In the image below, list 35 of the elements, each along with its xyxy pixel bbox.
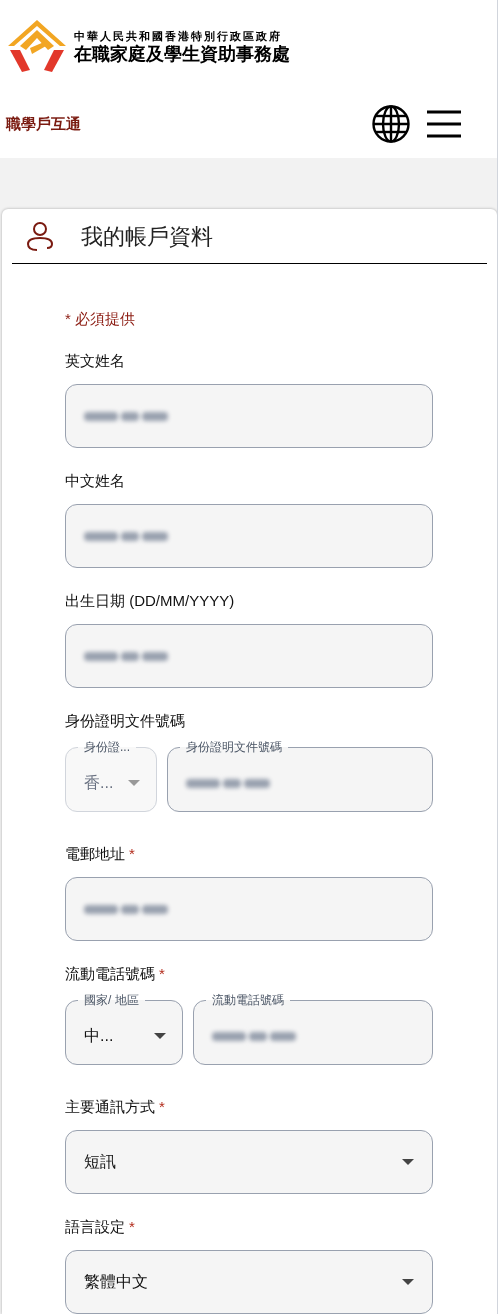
text-field[interactable] xyxy=(65,504,433,568)
required-asterisk: * xyxy=(159,964,165,984)
dropdown[interactable]: 繁體中文 xyxy=(65,1250,433,1314)
required-asterisk: * xyxy=(159,1097,165,1117)
text-field[interactable]: 身份證明文件號碼 xyxy=(167,739,433,812)
field-label: 流動電話號碼 xyxy=(65,964,155,984)
page-title: 我的帳戶資料 xyxy=(81,222,213,251)
dropdown-caret-icon xyxy=(128,780,140,786)
field-label: 出生日期 (DD/MM/YYYY) xyxy=(65,591,235,611)
field-label: 中文姓名 xyxy=(65,471,125,491)
dropdown: 身份證... 香... xyxy=(65,739,157,812)
field-label: 電郵地址 xyxy=(65,844,125,864)
menu-icon[interactable] xyxy=(427,110,461,138)
required-asterisk: * xyxy=(129,844,135,864)
dropdown-caret-icon xyxy=(402,1159,414,1165)
field-label: 身份證明文件號碼 xyxy=(65,711,185,731)
dropdown[interactable]: 短訊 xyxy=(65,1130,433,1194)
text-field[interactable]: 流動電話號碼 xyxy=(193,992,433,1065)
field-label: 主要通訊方式 xyxy=(65,1097,155,1117)
logo-icon xyxy=(8,20,66,74)
text-field[interactable] xyxy=(65,384,433,448)
required-note: * 必須提供 xyxy=(65,309,136,329)
field-label: 語言設定 xyxy=(65,1217,125,1237)
department-name: 在職家庭及學生資助事務處 xyxy=(74,43,290,65)
dropdown-caret-icon xyxy=(402,1279,414,1285)
required-asterisk: * xyxy=(129,1217,135,1237)
text-field[interactable] xyxy=(65,624,433,688)
dropdown[interactable]: 國家/ 地區 中... xyxy=(65,992,183,1065)
site-name-link[interactable]: 職學戶互通 xyxy=(6,112,81,136)
dropdown-caret-icon xyxy=(154,1033,166,1039)
user-icon xyxy=(27,221,53,251)
globe-icon[interactable] xyxy=(372,105,410,143)
government-name: 中華人民共和國香港特別行政區政府 xyxy=(74,29,283,43)
text-field[interactable] xyxy=(65,877,433,941)
field-label: 英文姓名 xyxy=(65,351,125,371)
